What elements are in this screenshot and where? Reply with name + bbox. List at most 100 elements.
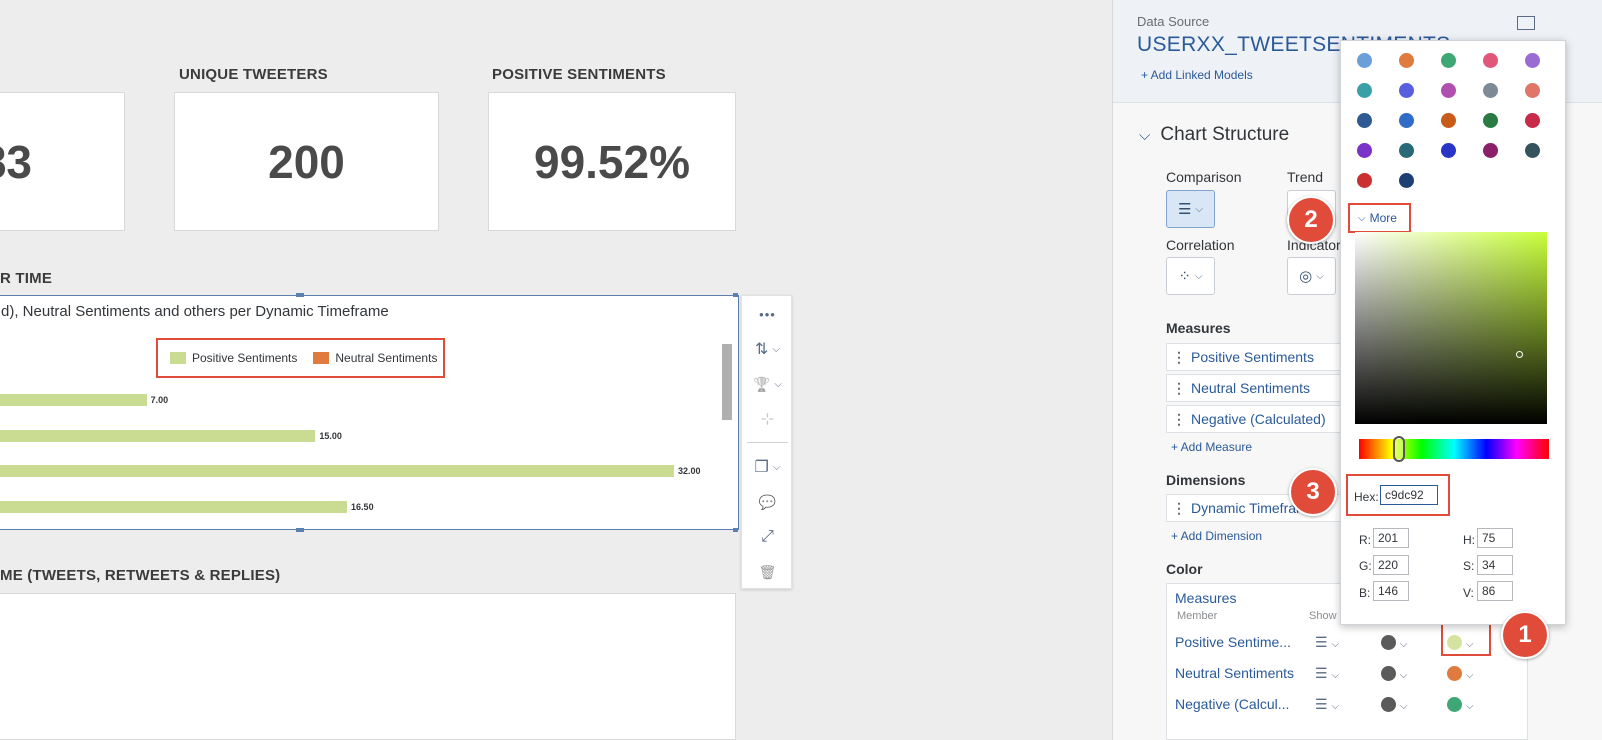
hex-input[interactable] [1380,485,1438,505]
resize-handle-corner-br[interactable] [733,528,738,532]
pattern-select[interactable]: ⌵ [1381,634,1447,651]
b-label: B: [1359,586,1371,600]
target-icon: ◎ [1299,268,1313,285]
hue-slider[interactable] [1359,436,1549,462]
b-input[interactable] [1373,581,1409,601]
chart-type-select[interactable]: ☰ ⌵ [1315,634,1381,651]
bar-positive-3[interactable] [0,500,348,513]
measure-label: Positive Sentiments [1191,349,1314,365]
bar-positive-0[interactable] [0,394,147,406]
delete-button[interactable]: 🗑 [742,560,793,584]
palette-swatch[interactable] [1525,83,1540,98]
pattern-select[interactable]: ⌵ [1381,665,1447,682]
panel-popout-icon[interactable] [1517,16,1535,30]
s-input[interactable] [1477,555,1513,575]
palette-swatch[interactable] [1399,83,1414,98]
color-table-title: Measures [1175,590,1237,606]
resize-handle-top[interactable] [296,293,304,297]
palette-swatch[interactable] [1399,143,1414,158]
palette-swatch[interactable] [1441,53,1456,68]
comparison-chart-type-button[interactable]: ☰ ⌵ [1166,190,1215,228]
sort-icon: ⇅ [755,341,769,358]
measure-row-neutral[interactable]: ⋮ Neutral Sentiments [1166,374,1346,402]
color-select-neutral[interactable]: ⌵ [1447,665,1473,682]
bar-value-label: 7.00 [150,395,169,405]
add-measure-link[interactable]: + Add Measure [1171,440,1252,454]
copy-button[interactable]: ❐ ⌵ [742,455,793,479]
palette-swatch[interactable] [1483,83,1498,98]
palette-swatch[interactable] [1525,53,1540,68]
chart-type-select[interactable]: ☰ ⌵ [1315,696,1381,713]
drag-handle-icon[interactable]: ⋮ [1167,380,1191,397]
pattern-dot [1381,697,1396,713]
comparison-label: Comparison [1166,169,1242,185]
correlation-label: Correlation [1166,237,1235,253]
add-calculation-button: ⊹ [742,407,793,431]
measure-row-positive[interactable]: ⋮ Positive Sentiments [1166,343,1346,371]
palette-swatch[interactable] [1357,173,1372,188]
palette-swatch[interactable] [1357,83,1372,98]
chart-structure-toggle[interactable]: ⌵ Chart Structure [1139,124,1289,146]
palette-swatch[interactable] [1441,83,1456,98]
measure-label: Neutral Sentiments [1191,380,1311,396]
g-input[interactable] [1373,555,1409,575]
add-linked-models-link[interactable]: + Add Linked Models [1141,68,1253,82]
trophy-icon: 🏆 [752,375,771,392]
palette-swatch[interactable] [1399,113,1414,128]
kpi-tile-positive-sentiments[interactable]: 99.52% [488,92,736,231]
palette-swatch[interactable] [1399,173,1414,188]
more-actions-button[interactable]: ••• [742,302,793,326]
drag-handle-icon[interactable]: ⋮ [1167,411,1191,428]
hue-slider-handle[interactable] [1393,436,1405,462]
comment-icon: 💬 [758,493,777,510]
saturation-value-picker[interactable] [1355,232,1547,424]
r-input[interactable] [1373,528,1409,548]
chart-structure-title: Chart Structure [1160,124,1290,145]
rank-button[interactable]: 🏆 ⌵ [742,372,793,396]
color-picker-popup: ⌵ More Hex: R: G: B: H: S: V: [1340,40,1566,625]
bar-positive-2[interactable] [0,465,674,477]
chevron-down-icon: ⌵ [772,343,780,355]
h-input[interactable] [1477,528,1513,548]
palette-swatch[interactable] [1441,113,1456,128]
palette-swatch[interactable] [1357,143,1372,158]
hex-label: Hex: [1354,490,1379,504]
palette-swatch[interactable] [1399,53,1414,68]
bar-value-label: 16.50 [351,501,374,512]
correlation-chart-type-button[interactable]: ⁘ ⌵ [1166,257,1215,295]
section-title-over-time: R TIME [0,270,53,287]
drag-handle-icon[interactable]: ⋮ [1167,500,1191,517]
palette-swatch[interactable] [1483,143,1498,158]
palette-swatch[interactable] [1483,113,1498,128]
resize-handle-corner-tr[interactable] [733,293,738,297]
v-input[interactable] [1477,581,1513,601]
measure-row-negative[interactable]: ⋮ Negative (Calculated) [1166,405,1346,433]
sort-button[interactable]: ⇅ ⌵ [742,337,793,361]
resize-handle-bottom[interactable] [296,528,304,532]
fullscreen-button[interactable]: ⤢ [742,525,793,549]
dimensions-title: Dimensions [1166,472,1246,488]
add-dimension-link[interactable]: + Add Dimension [1171,529,1262,543]
comment-button[interactable]: 💬 [742,490,793,514]
palette-swatch[interactable] [1483,53,1498,68]
bar-positive-1[interactable] [0,429,316,442]
pattern-dot [1381,666,1396,682]
color-select-negative[interactable]: ⌵ [1447,696,1473,713]
palette-swatch[interactable] [1357,113,1372,128]
pattern-select[interactable]: ⌵ [1381,696,1447,713]
second-chart-widget[interactable] [0,593,736,740]
kpi-tile-unique-tweeters[interactable]: 200 [174,92,439,231]
palette-swatch[interactable] [1441,143,1456,158]
palette-swatch[interactable] [1525,113,1540,128]
step-badge-3: 3 [1289,468,1337,516]
more-colors-button[interactable]: ⌵ More [1348,203,1411,233]
indicator-chart-type-button[interactable]: ◎ ⌵ [1287,257,1336,295]
palette-swatch[interactable] [1357,53,1372,68]
chevron-down-icon: ⌵ [1358,212,1366,224]
drag-handle-icon[interactable]: ⋮ [1167,349,1191,366]
sv-cursor[interactable] [1516,351,1523,358]
palette-swatch[interactable] [1525,143,1540,158]
chart-scrollbar-thumb[interactable] [722,344,732,420]
chart-type-select[interactable]: ☰ ⌵ [1315,665,1381,682]
bar-chart-widget[interactable]: d), Neutral Sentiments and others per Dy… [0,295,739,530]
